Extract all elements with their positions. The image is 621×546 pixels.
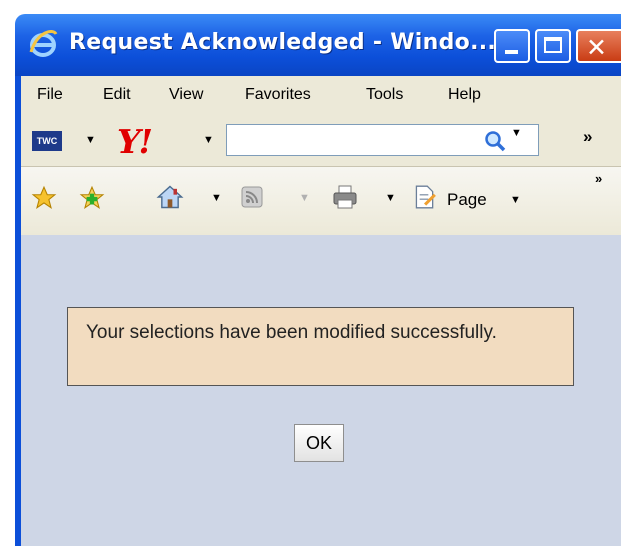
home-icon[interactable] xyxy=(156,183,184,211)
browser-window: Request Acknowledged - Windo... ✕ File E… xyxy=(0,0,621,546)
yahoo-logo-icon[interactable]: Y! xyxy=(117,122,153,161)
page-content xyxy=(21,235,621,546)
menu-view[interactable]: View xyxy=(169,86,203,104)
window-title: Request Acknowledged - Windo... xyxy=(69,30,497,55)
add-favorite-icon[interactable] xyxy=(79,185,105,211)
twc-dropdown-arrow-icon[interactable]: ▼ xyxy=(85,134,96,146)
menu-tools[interactable]: Tools xyxy=(366,86,403,104)
links-toolbar: TWC ▼ Y! ▼ ▼ » xyxy=(21,114,621,167)
menu-favorites[interactable]: Favorites xyxy=(245,86,311,104)
command-toolbar: ▼ ▼ ▼ Page ▼ » xyxy=(21,167,621,235)
links-overflow-chevron-icon[interactable]: » xyxy=(583,127,592,147)
menu-help[interactable]: Help xyxy=(448,86,481,104)
close-icon: ✕ xyxy=(586,33,607,62)
favorites-star-icon[interactable] xyxy=(31,185,57,211)
search-dropdown-arrow-icon[interactable]: ▼ xyxy=(511,127,522,139)
page-dropdown-arrow-icon[interactable]: ▼ xyxy=(510,194,521,206)
home-dropdown-arrow-icon[interactable]: ▼ xyxy=(211,192,222,204)
ok-button[interactable]: OK xyxy=(294,424,344,462)
menu-edit[interactable]: Edit xyxy=(103,86,131,104)
minimize-button[interactable] xyxy=(494,29,530,63)
yahoo-dropdown-arrow-icon[interactable]: ▼ xyxy=(203,134,214,146)
page-menu-label[interactable]: Page xyxy=(447,190,487,210)
acknowledgement-message: Your selections have been modified succe… xyxy=(86,322,497,343)
minimize-icon xyxy=(505,50,518,54)
print-dropdown-arrow-icon[interactable]: ▼ xyxy=(385,192,396,204)
command-overflow-chevron-icon[interactable]: » xyxy=(595,171,602,186)
maximize-button[interactable] xyxy=(535,29,571,63)
menu-bar: File Edit View Favorites Tools Help xyxy=(21,76,621,114)
menu-file[interactable]: File xyxy=(37,86,63,104)
twc-logo-icon[interactable]: TWC xyxy=(32,131,62,151)
search-icon[interactable] xyxy=(483,129,507,153)
title-bar[interactable]: Request Acknowledged - Windo... ✕ xyxy=(15,14,621,76)
feeds-icon[interactable] xyxy=(241,186,263,208)
feeds-dropdown-arrow-icon[interactable]: ▼ xyxy=(299,192,310,204)
internet-explorer-icon xyxy=(29,29,58,57)
page-icon[interactable] xyxy=(411,184,437,210)
close-button[interactable]: ✕ xyxy=(576,29,621,63)
maximize-icon xyxy=(544,37,562,53)
print-icon[interactable] xyxy=(331,184,359,210)
acknowledgement-message-box: Your selections have been modified succe… xyxy=(67,307,574,386)
